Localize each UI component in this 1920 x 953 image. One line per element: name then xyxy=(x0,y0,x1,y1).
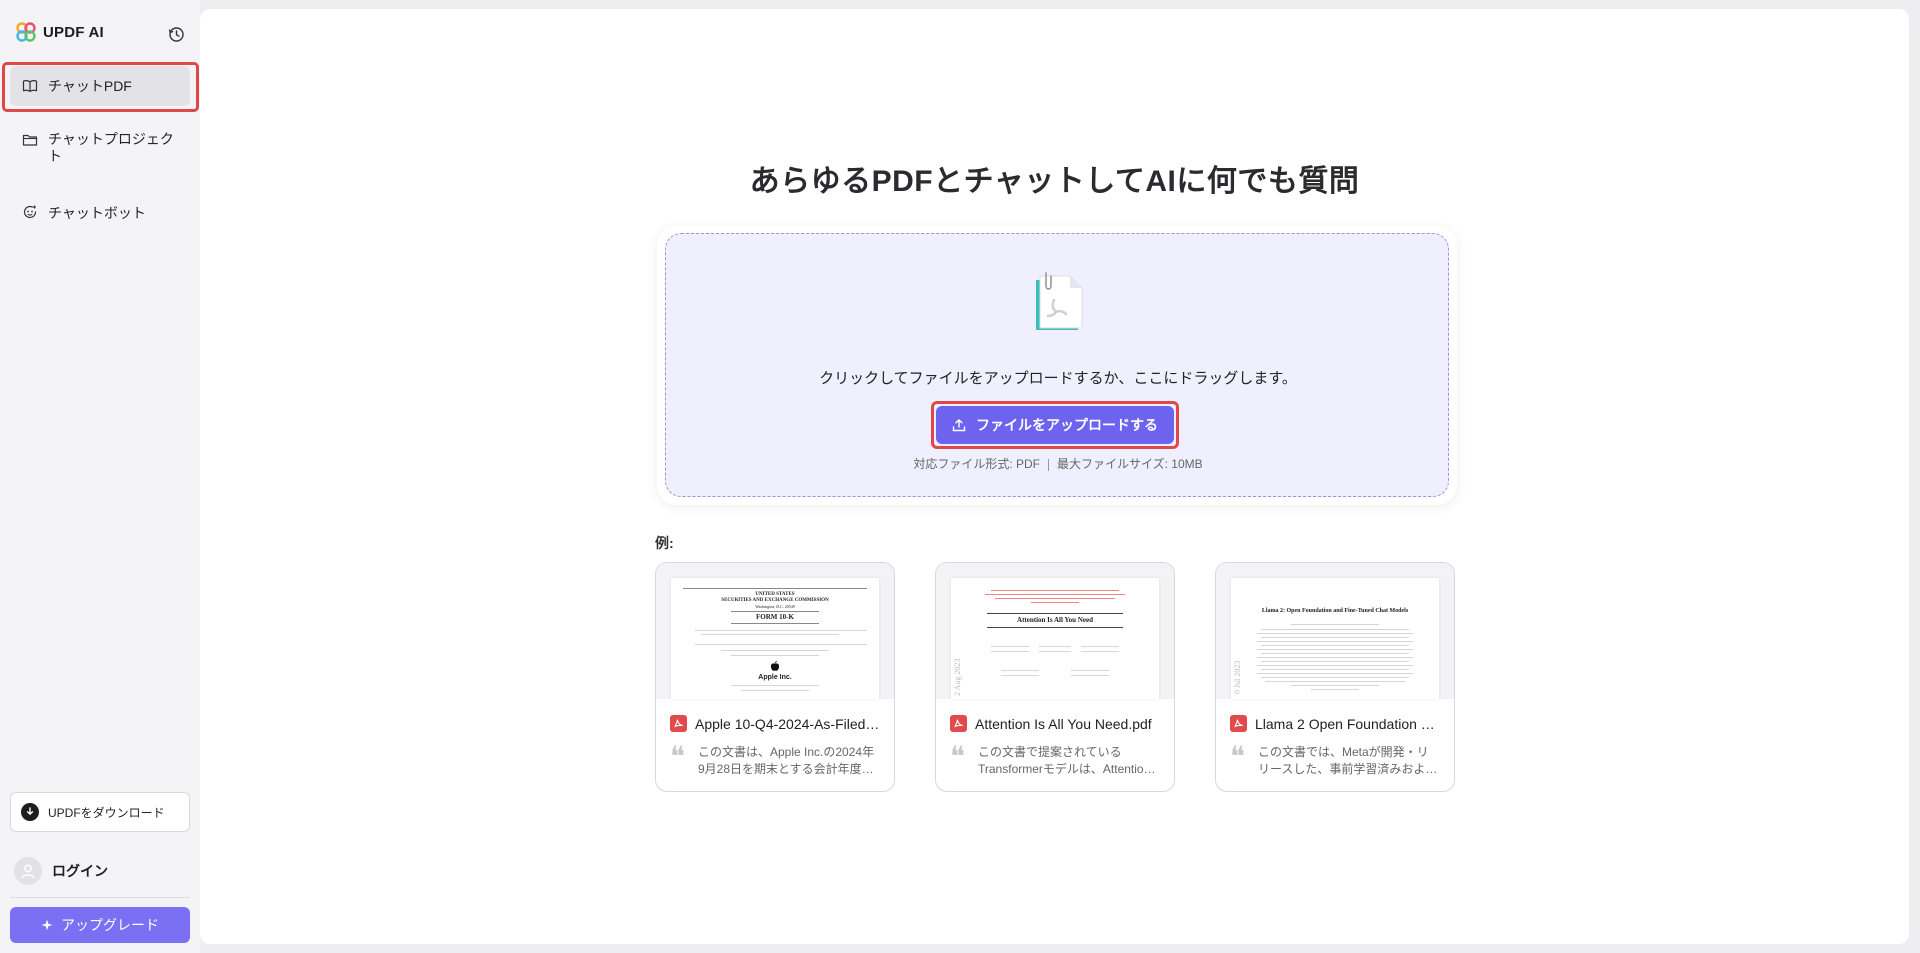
user-icon xyxy=(21,864,35,879)
sidebar-item-label: チャットPDF xyxy=(48,78,132,94)
upload-button-label: ファイルをアップロードする xyxy=(976,417,1158,433)
main-panel: あらゆるPDFとチャットしてAIに何でも質問 クリックしてファイルをアップロード… xyxy=(200,9,1909,944)
sidebar-item-chat-project[interactable]: チャットプロジェクト xyxy=(10,131,190,165)
updf-logo-icon xyxy=(16,22,36,42)
card-description: この文書は、Apple Inc.の2024年 9月28日を期末とする会計年度の… xyxy=(698,745,882,776)
download-icon xyxy=(21,803,39,821)
upload-file-button[interactable]: ファイルをアップロードする xyxy=(936,406,1174,444)
card-title-row: Apple 10-Q4-2024-As-Filed.pdf xyxy=(670,715,882,732)
sidebar-divider xyxy=(10,897,190,898)
examples-label: 例: xyxy=(655,535,674,551)
quote-icon: ❝ xyxy=(670,740,686,773)
app-name: UPDF AI xyxy=(43,23,104,41)
supported-formats: 対応ファイル形式: PDF xyxy=(913,457,1040,471)
example-card-llama[interactable]: Llama 2: Open Foundation and Fine-Tuned … xyxy=(1215,562,1455,792)
card-title: Llama 2 Open Foundation and Fine-Tuned C… xyxy=(1255,715,1442,732)
book-icon xyxy=(22,80,38,92)
login-label: ログイン xyxy=(52,863,108,879)
example-card-attention[interactable]: Attention Is All You Need 2 Aug 2023 Att… xyxy=(935,562,1175,792)
sidebar-item-chat-bot[interactable]: チャットボット xyxy=(10,203,190,223)
upload-dropzone[interactable]: クリックしてファイルをアップロードするか、ここにドラッグします。 ファイルをアッ… xyxy=(665,233,1449,497)
login-button[interactable]: ログイン xyxy=(14,857,108,885)
card-description: この文書では、Metaが開発・リ リースした、事前学習済みおよ… xyxy=(1258,745,1438,776)
history-icon xyxy=(168,26,184,42)
pdf-icon xyxy=(1230,715,1247,732)
sparkle-icon xyxy=(41,919,53,931)
pdf-icon xyxy=(670,715,687,732)
upload-instruction: クリックしてファイルをアップロードするか、ここにドラッグします。 xyxy=(819,370,1297,387)
card-title-row: Attention Is All You Need.pdf xyxy=(950,715,1162,732)
page-title: あらゆるPDFとチャットしてAIに何でも質問 xyxy=(749,165,1360,198)
card-thumbnail: Llama 2: Open Foundation and Fine-Tuned … xyxy=(1216,563,1454,699)
sidebar-item-chat-pdf[interactable]: チャットPDF xyxy=(10,66,190,106)
card-title-row: Llama 2 Open Foundation and Fine-Tuned C… xyxy=(1230,715,1442,732)
quote-icon: ❝ xyxy=(1230,740,1246,773)
document-preview: Attention Is All You Need 2 Aug 2023 xyxy=(951,578,1159,699)
example-card-apple[interactable]: UNITED STATES SECURITIES AND EXCHANGE CO… xyxy=(655,562,895,792)
sidebar-item-label: チャットプロジェクト xyxy=(48,131,174,164)
bot-icon xyxy=(23,205,37,219)
apple-logo-icon xyxy=(770,661,780,671)
history-button[interactable] xyxy=(166,24,186,44)
document-preview: UNITED STATES SECURITIES AND EXCHANGE CO… xyxy=(671,578,879,699)
card-title: Attention Is All You Need.pdf xyxy=(975,715,1152,732)
card-description: この文書で提案されている Transformerモデルは、Attention… xyxy=(978,745,1162,776)
max-file-size: 最大ファイルサイズ: 10MB xyxy=(1057,457,1203,471)
pdf-icon xyxy=(950,715,967,732)
document-preview: Llama 2: Open Foundation and Fine-Tuned … xyxy=(1231,578,1439,699)
card-title: Apple 10-Q4-2024-As-Filed.pdf xyxy=(695,715,882,732)
download-label: UPDFをダウンロード xyxy=(48,805,165,820)
avatar xyxy=(14,857,42,885)
folder-icon xyxy=(22,134,38,146)
sidebar: UPDF AI チャットPDF チャットプロジェクト チャットボット UPDFを… xyxy=(0,0,200,953)
file-constraints: 対応ファイル形式: PDF 最大ファイルサイズ: 10MB xyxy=(666,455,1450,472)
brand[interactable]: UPDF AI xyxy=(16,22,104,42)
pdf-file-illustration-icon xyxy=(1036,272,1083,330)
sidebar-item-label: チャットボット xyxy=(48,205,146,221)
upload-card: クリックしてファイルをアップロードするか、ここにドラッグします。 ファイルをアッ… xyxy=(657,226,1457,505)
download-updf-button[interactable]: UPDFをダウンロード xyxy=(10,792,190,832)
card-thumbnail: UNITED STATES SECURITIES AND EXCHANGE CO… xyxy=(656,563,894,699)
upload-icon xyxy=(952,419,966,432)
quote-icon: ❝ xyxy=(950,740,966,773)
card-thumbnail: Attention Is All You Need 2 Aug 2023 xyxy=(936,563,1174,699)
upgrade-button[interactable]: アップグレード xyxy=(10,907,190,943)
upgrade-label: アップグレード xyxy=(61,917,159,933)
